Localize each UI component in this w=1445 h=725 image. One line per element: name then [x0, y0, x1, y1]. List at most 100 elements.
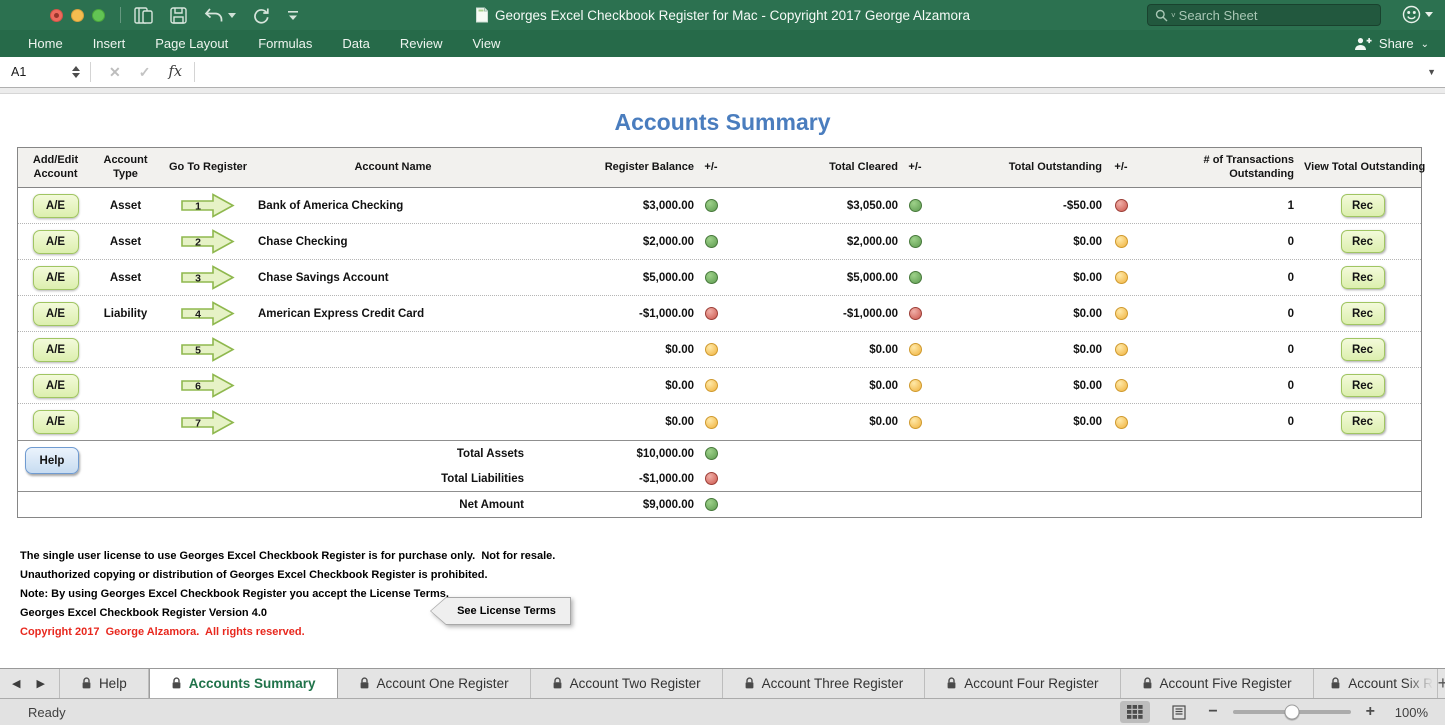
go-to-register-arrow[interactable]: 2 [158, 228, 258, 255]
undo-icon[interactable] [204, 8, 224, 23]
search-sheet-box[interactable]: ˅ [1147, 4, 1381, 26]
accounts-summary-table: Add/EditAccount AccountType Go To Regist… [17, 147, 1422, 518]
ribbon-tab-insert[interactable]: Insert [93, 36, 126, 51]
go-to-register-arrow[interactable]: 4 [158, 300, 258, 327]
next-sheet-icon[interactable]: ▶ [36, 677, 44, 690]
go-to-register-arrow[interactable]: 1 [158, 192, 258, 219]
redo-icon[interactable] [253, 7, 270, 24]
rec-cell: Rec [1304, 230, 1421, 253]
rec-button[interactable]: Rec [1341, 374, 1385, 397]
customize-toolbar-icon[interactable] [287, 10, 299, 21]
rec-button[interactable]: Rec [1341, 302, 1385, 325]
copyright-line: Copyright 2017 George Alzamora. All righ… [20, 623, 1445, 642]
search-scope-chevron-icon[interactable]: ˅ [1171, 11, 1176, 20]
add-edit-button[interactable]: A/E [33, 230, 79, 254]
name-box[interactable]: A1 [0, 65, 72, 79]
total-cleared-status [902, 307, 928, 320]
header-transactions-outstanding: # of TransactionsOutstanding [1136, 154, 1304, 182]
ribbon-tab-home[interactable]: Home [28, 36, 63, 51]
help-button[interactable]: Help [25, 447, 79, 474]
transactions-count: 0 [1136, 272, 1304, 284]
sheet-tab-account-two-register[interactable]: Account Two Register [531, 669, 723, 698]
minimize-window-button[interactable] [71, 9, 84, 22]
total-outstanding: $0.00 [928, 272, 1106, 284]
sheet-tab-account-three-register[interactable]: Account Three Register [723, 669, 926, 698]
status-dot-yellow [909, 343, 922, 356]
formula-input[interactable] [195, 57, 1427, 87]
header-plus-minus-3: +/- [1106, 161, 1136, 175]
zoom-in-button[interactable]: + [1366, 704, 1375, 720]
ribbon-tab-page-layout[interactable]: Page Layout [155, 36, 228, 51]
header-plus-minus-2: +/- [902, 161, 928, 175]
rec-button[interactable]: Rec [1341, 338, 1385, 361]
previous-sheet-icon[interactable]: ◀ [12, 677, 20, 690]
sheet-tab-account-four-register[interactable]: Account Four Register [925, 669, 1120, 698]
account-name: American Express Credit Card [258, 308, 528, 320]
header-go-to-register: Go To Register [158, 161, 258, 175]
go-to-register-arrow[interactable]: 3 [158, 264, 258, 291]
add-edit-button[interactable]: A/E [33, 410, 79, 434]
add-edit-button[interactable]: A/E [33, 338, 79, 362]
go-to-register-arrow[interactable]: 7 [158, 409, 258, 436]
add-edit-button[interactable]: A/E [33, 194, 79, 218]
rec-cell: Rec [1304, 411, 1421, 434]
name-box-stepper[interactable] [72, 66, 80, 78]
sheet-tab-account-one-register[interactable]: Account One Register [338, 669, 531, 698]
svg-text:4: 4 [195, 309, 201, 321]
rec-button[interactable]: Rec [1341, 266, 1385, 289]
new-from-template-icon[interactable] [134, 7, 153, 24]
add-edit-button[interactable]: A/E [33, 266, 79, 290]
ribbon-tab-bar: Home Insert Page Layout Formulas Data Review V… [0, 30, 1445, 57]
sheet-tab-help[interactable]: Help [60, 669, 149, 698]
sheet-tab-account-six-r[interactable]: Account Six R [1314, 669, 1438, 698]
license-line: The single user license to use Georges E… [20, 547, 1445, 566]
sheet-tab-label: Account Five Register [1160, 676, 1292, 691]
status-bar-right: − + 100% [1120, 701, 1445, 724]
status-dot-green [705, 199, 718, 212]
save-icon[interactable] [170, 7, 187, 24]
formula-bar-expand-icon[interactable]: ▼ [1427, 67, 1445, 77]
status-ready-label: Ready [28, 705, 66, 720]
zoom-slider[interactable] [1233, 710, 1351, 714]
formula-bar: A1 ✕ ✓ fx ▼ [0, 57, 1445, 88]
ribbon-tab-formulas[interactable]: Formulas [258, 36, 312, 51]
add-edit-button[interactable]: A/E [33, 302, 79, 326]
header-total-outstanding: Total Outstanding [928, 161, 1106, 175]
accept-entry-icon[interactable]: ✓ [139, 64, 151, 81]
go-to-register-arrow[interactable]: 6 [158, 372, 258, 399]
status-dot-yellow [1115, 307, 1128, 320]
zoom-out-button[interactable]: − [1208, 704, 1217, 720]
sheet-tab-account-five-register[interactable]: Account Five Register [1121, 669, 1314, 698]
share-label: Share [1379, 36, 1414, 51]
rec-button[interactable]: Rec [1341, 194, 1385, 217]
rec-button[interactable]: Rec [1341, 230, 1385, 253]
cancel-entry-icon[interactable]: ✕ [109, 64, 121, 81]
ribbon-tab-view[interactable]: View [473, 36, 501, 51]
insert-function-icon[interactable]: fx [168, 64, 182, 80]
add-sheet-button[interactable]: + [1438, 669, 1445, 698]
total-outstanding: $0.00 [928, 380, 1106, 392]
add-edit-button[interactable]: A/E [33, 374, 79, 398]
go-to-register-arrow[interactable]: 5 [158, 336, 258, 363]
normal-view-button[interactable] [1120, 701, 1150, 723]
ribbon-tab-data[interactable]: Data [342, 36, 369, 51]
undo-dropdown-icon[interactable] [228, 13, 236, 18]
ribbon-tab-review[interactable]: Review [400, 36, 443, 51]
total-outstanding: $0.00 [928, 236, 1106, 248]
share-button[interactable]: Share ⌄ [1354, 36, 1445, 51]
fullscreen-window-button[interactable] [92, 9, 105, 22]
total-outstanding-status [1106, 416, 1136, 429]
rec-cell: Rec [1304, 374, 1421, 397]
sheet-tab-accounts-summary[interactable]: Accounts Summary [149, 669, 338, 698]
rec-button[interactable]: Rec [1341, 411, 1385, 434]
see-license-terms-button[interactable]: See License Terms [430, 597, 571, 625]
feedback-control[interactable] [1402, 5, 1433, 24]
sheet-tab-label: Account One Register [377, 676, 509, 691]
page-layout-view-button[interactable] [1165, 701, 1193, 724]
search-input[interactable] [1179, 8, 1373, 23]
share-chevron-icon: ⌄ [1421, 39, 1429, 50]
toolbar-divider [120, 7, 121, 23]
zoom-slider-knob[interactable] [1284, 705, 1299, 720]
total-outstanding: $0.00 [928, 308, 1106, 320]
close-window-button[interactable] [50, 9, 63, 22]
